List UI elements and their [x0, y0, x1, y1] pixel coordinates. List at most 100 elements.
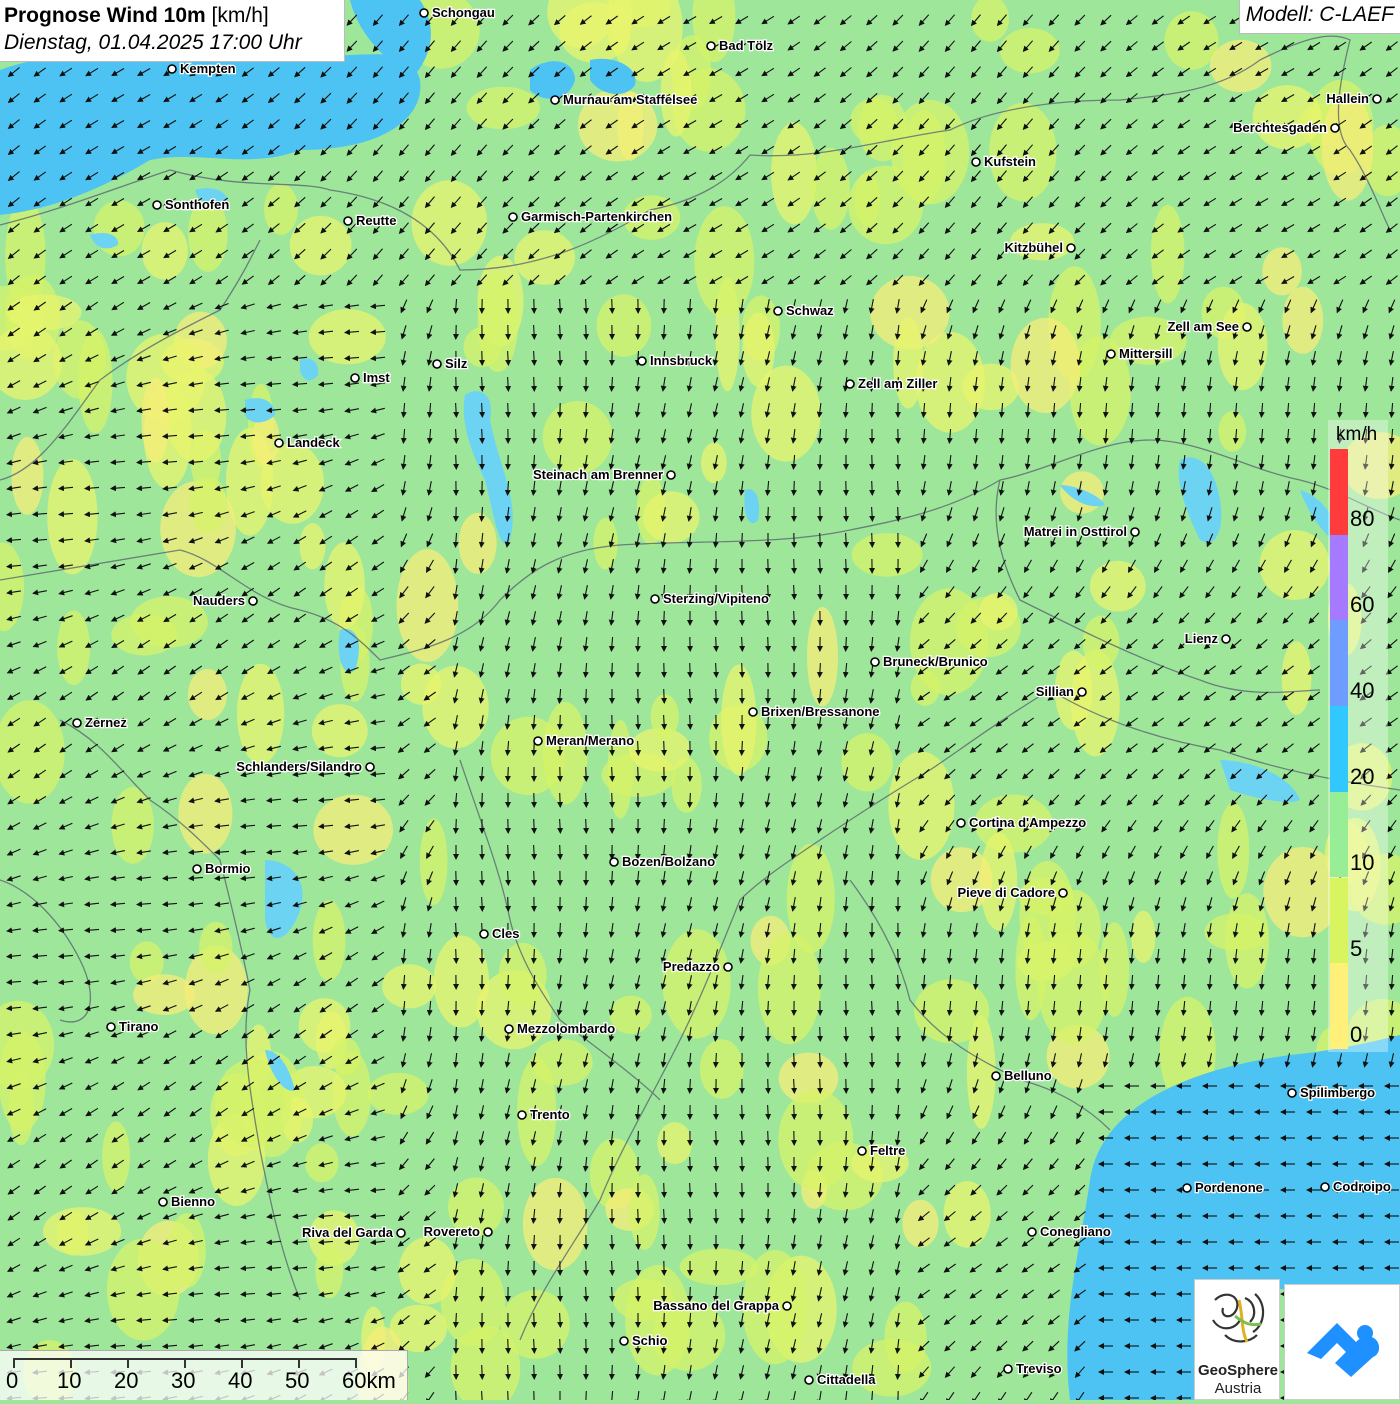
- title-unit: [km/h]: [212, 4, 269, 27]
- city-marker[interactable]: Spilimbergo: [1288, 1085, 1375, 1100]
- city-label: Zell am See: [1167, 319, 1239, 334]
- wind-arrow: [846, 1001, 847, 1015]
- legend-label: 10: [1350, 850, 1374, 876]
- city-marker[interactable]: Murnau am Staffelsee: [551, 92, 697, 107]
- city-dot: [1131, 528, 1139, 536]
- city-dot: [1222, 635, 1230, 643]
- city-marker[interactable]: Schongau: [420, 5, 495, 20]
- city-label: Bruneck/Brunico: [883, 654, 988, 669]
- city-label: Berchtesgaden: [1233, 120, 1327, 135]
- geosphere-name: GeoSphere: [1195, 1362, 1281, 1380]
- cloud-arrow-icon: [1285, 1285, 1399, 1399]
- wind-arrow: [716, 1261, 717, 1275]
- city-dot: [509, 213, 517, 221]
- city-marker[interactable]: Meran/Merano: [534, 733, 634, 748]
- wind-arrow: [586, 1313, 587, 1327]
- city-label: Cles: [492, 926, 519, 941]
- city-dot: [749, 708, 757, 716]
- city-marker[interactable]: Sterzing/Vipiteno: [651, 591, 769, 606]
- city-marker[interactable]: Bassano del Grappa: [653, 1298, 791, 1313]
- wind-map[interactable]: SchongauKemptenBad TölzMurnau am Staffel…: [0, 0, 1400, 1400]
- city-dot: [871, 658, 879, 666]
- wind-arrow: [612, 1365, 613, 1379]
- city-marker[interactable]: Riva del Garda: [302, 1225, 405, 1240]
- city-marker[interactable]: Matrei in Osttirol: [1024, 524, 1139, 539]
- city-dot: [275, 439, 283, 447]
- city-marker[interactable]: Mezzolombardo: [505, 1021, 615, 1036]
- city-marker[interactable]: Zell am Ziller: [846, 376, 937, 391]
- city-marker[interactable]: Sonthofen: [153, 197, 229, 212]
- city-marker[interactable]: Garmisch-Partenkirchen: [509, 209, 672, 224]
- wind-arrow: [820, 533, 821, 547]
- city-dot: [1004, 1365, 1012, 1373]
- city-label: Bienno: [171, 1194, 215, 1209]
- wind-arrow: [872, 1105, 873, 1119]
- wind-arrow: [846, 1053, 847, 1067]
- legend-label: 20: [1350, 764, 1374, 790]
- legend-label: 40: [1350, 678, 1374, 704]
- wind-arrow: [794, 611, 795, 625]
- wind-arrow: [872, 1027, 873, 1041]
- wind-arrow: [742, 1105, 743, 1119]
- scale-label: 50: [285, 1368, 309, 1394]
- city-marker[interactable]: Brixen/Bressanone: [749, 704, 880, 719]
- scale-label: 30: [171, 1368, 195, 1394]
- city-dot: [638, 357, 646, 365]
- city-dot: [153, 201, 161, 209]
- wind-arrow: [586, 767, 587, 781]
- wind-arrow: [768, 1209, 769, 1223]
- legend-swatch: [1330, 792, 1348, 878]
- wind-arrow: [664, 1313, 665, 1327]
- wind-arrow: [716, 1183, 717, 1197]
- city-dot: [484, 1228, 492, 1236]
- wind-arrow: [482, 793, 483, 807]
- wind-arrow: [586, 1261, 587, 1275]
- city-label: Sillian: [1036, 684, 1074, 699]
- city-marker[interactable]: Zell am See: [1167, 319, 1251, 334]
- city-marker[interactable]: Pordenone: [1183, 1180, 1263, 1195]
- city-marker[interactable]: Pieve di Cadore: [957, 885, 1067, 900]
- city-marker[interactable]: Steinach am Brenner: [533, 467, 675, 482]
- city-label: Belluno: [1004, 1068, 1052, 1083]
- wind-arrow: [742, 663, 743, 677]
- wind-arrow: [612, 1235, 613, 1249]
- city-dot: [344, 217, 352, 225]
- city-dot: [724, 963, 732, 971]
- wind-arrow: [560, 351, 561, 365]
- city-marker[interactable]: Berchtesgaden: [1233, 120, 1339, 135]
- city-label: Spilimbergo: [1300, 1085, 1375, 1100]
- city-marker[interactable]: Cortina d'Ampezzo: [957, 815, 1086, 830]
- wind-arrow: [742, 1157, 743, 1171]
- city-label: Innsbruck: [650, 353, 713, 368]
- city-dot: [846, 380, 854, 388]
- city-label: Pieve di Cadore: [957, 885, 1055, 900]
- weather-app-logo[interactable]: [1284, 1284, 1400, 1400]
- geosphere-logo[interactable]: GeoSphere Austria: [1194, 1279, 1280, 1400]
- city-label: Matrei in Osttirol: [1024, 524, 1127, 539]
- legend-swatch: [1330, 963, 1348, 1049]
- city-marker[interactable]: Schlanders/Silandro: [236, 759, 374, 774]
- city-marker[interactable]: Bruneck/Brunico: [871, 654, 988, 669]
- wind-arrow: [794, 559, 795, 573]
- city-label: Meran/Merano: [546, 733, 634, 748]
- wind-arrow: [560, 1287, 561, 1301]
- model-label: Modell: C-LAEF: [1239, 0, 1400, 34]
- wind-arrow: [872, 403, 873, 417]
- city-marker[interactable]: Bozen/Bolzano: [610, 854, 715, 869]
- city-dot: [397, 1229, 405, 1237]
- legend-swatch: [1330, 535, 1348, 621]
- city-label: Treviso: [1016, 1361, 1062, 1376]
- city-dot: [1331, 124, 1339, 132]
- city-dot: [620, 1337, 628, 1345]
- geosphere-country: Austria: [1195, 1380, 1281, 1398]
- wind-arrow: [456, 455, 457, 469]
- city-marker[interactable]: Conegliano: [1028, 1224, 1111, 1239]
- city-dot: [972, 158, 980, 166]
- wind-arrow: [716, 637, 717, 651]
- city-dot: [73, 719, 81, 727]
- city-label: Mittersill: [1119, 346, 1172, 361]
- wind-arrow: [846, 559, 847, 573]
- wind-arrow: [690, 1209, 691, 1223]
- city-marker[interactable]: Innsbruck: [638, 353, 713, 368]
- wind-arrow: [560, 793, 561, 807]
